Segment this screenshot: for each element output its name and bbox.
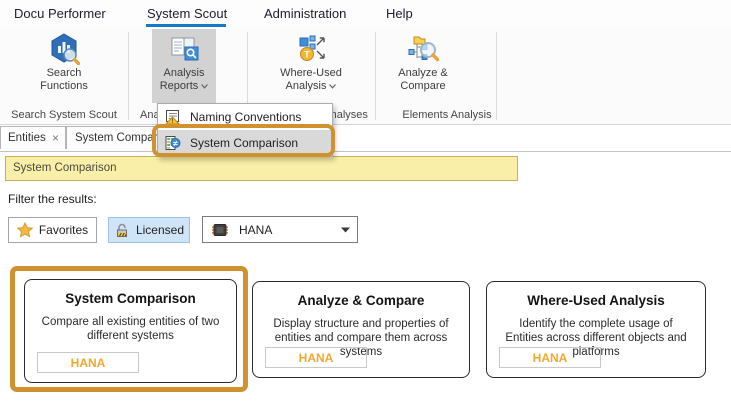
where-used-analysis-button[interactable]: T Where-Used Analysis: [259, 29, 363, 103]
licensed-filter-button[interactable]: Licensed: [108, 217, 190, 243]
menu-item-label: System Comparison: [190, 136, 298, 150]
search-functions-icon: [48, 33, 80, 65]
card-title: System Comparison: [25, 291, 236, 306]
licensed-label: Licensed: [136, 223, 184, 237]
button-label-line: Functions: [18, 80, 110, 93]
menu-docu-performer[interactable]: Docu Performer: [14, 6, 106, 21]
system-select-dropdown[interactable]: HANA: [202, 216, 358, 243]
menu-system-scout[interactable]: System Scout: [147, 6, 227, 21]
favorites-filter-button[interactable]: Favorites: [8, 217, 97, 243]
padlock-icon: [114, 222, 130, 238]
button-label-line: Where-Used: [259, 67, 363, 80]
section-header-bar[interactable]: System Comparison: [5, 156, 518, 181]
menu-item-system-comparison[interactable]: ≠ System Comparison: [158, 130, 332, 156]
menu-item-naming-conventions[interactable]: ! Naming Conventions: [158, 104, 332, 130]
svg-text:T: T: [304, 50, 310, 60]
card-system-comparison[interactable]: System Comparison Compare all existing e…: [24, 279, 237, 383]
chevron-down-icon: [201, 80, 208, 93]
tab-entities[interactable]: Entities ×: [0, 126, 66, 149]
tabbar: Entities × System Comparison: [0, 125, 731, 152]
button-label-line: Analysis: [259, 80, 363, 93]
menu-administration[interactable]: Administration: [264, 6, 346, 21]
svg-text:≠: ≠: [173, 139, 178, 148]
hana-tag-button[interactable]: HANA: [499, 347, 601, 368]
chip-icon: [210, 222, 230, 238]
menu-help[interactable]: Help: [386, 6, 413, 21]
card-where-used-analysis[interactable]: Where-Used Analysis Identify the complet…: [486, 281, 706, 378]
system-select-value: HANA: [239, 223, 272, 237]
card-analyze-compare[interactable]: Analyze & Compare Display structure and …: [252, 281, 470, 378]
hana-tag-button[interactable]: HANA: [265, 347, 367, 368]
close-icon[interactable]: ×: [52, 127, 59, 150]
card-title: Analyze & Compare: [253, 293, 469, 308]
button-label-line: Analysis: [152, 67, 216, 80]
ribbon: Search Functions Analysis Reports T Wher…: [0, 27, 731, 125]
button-label-line: Reports: [152, 80, 216, 93]
menubar: Docu Performer System Scout Administrati…: [0, 0, 731, 27]
filter-results-label: Filter the results:: [8, 192, 97, 206]
analysis-reports-dropdown: ! Naming Conventions ≠ System Comparison: [157, 103, 333, 157]
star-icon: [17, 222, 33, 238]
menu-item-label: Naming Conventions: [190, 110, 301, 124]
analysis-reports-icon: [168, 33, 200, 65]
card-title: Where-Used Analysis: [487, 293, 705, 308]
search-functions-button[interactable]: Search Functions: [18, 29, 110, 103]
where-used-analysis-icon: T: [295, 33, 327, 65]
ribbon-group-separator: [496, 32, 497, 120]
system-comparison-icon: ≠: [165, 135, 181, 151]
group-label-search-system-scout: Search System Scout: [0, 109, 128, 121]
favorites-label: Favorites: [39, 223, 88, 237]
card-description: Compare all existing entities of two dif…: [41, 315, 220, 343]
svg-text:!: !: [172, 119, 174, 125]
analyze-compare-button[interactable]: Analyze & Compare: [371, 29, 475, 103]
tab-label: Entities: [8, 132, 46, 144]
button-label-text: Analysis: [286, 80, 327, 92]
ribbon-group-separator: [128, 32, 129, 120]
hana-tag-button[interactable]: HANA: [37, 352, 139, 373]
button-label-line: Compare: [371, 80, 475, 93]
analysis-reports-button[interactable]: Analysis Reports: [152, 29, 216, 103]
button-label-line: Analyze &: [371, 67, 475, 80]
dropdown-arrow-icon: [341, 227, 350, 233]
group-label-elements-analysis: Elements Analysis: [398, 109, 496, 121]
button-label-text: Reports: [160, 80, 199, 92]
button-label-line: Search: [18, 67, 110, 80]
naming-conventions-icon: !: [165, 109, 181, 125]
chevron-down-icon: [329, 80, 336, 93]
analyze-compare-icon: [407, 33, 439, 65]
